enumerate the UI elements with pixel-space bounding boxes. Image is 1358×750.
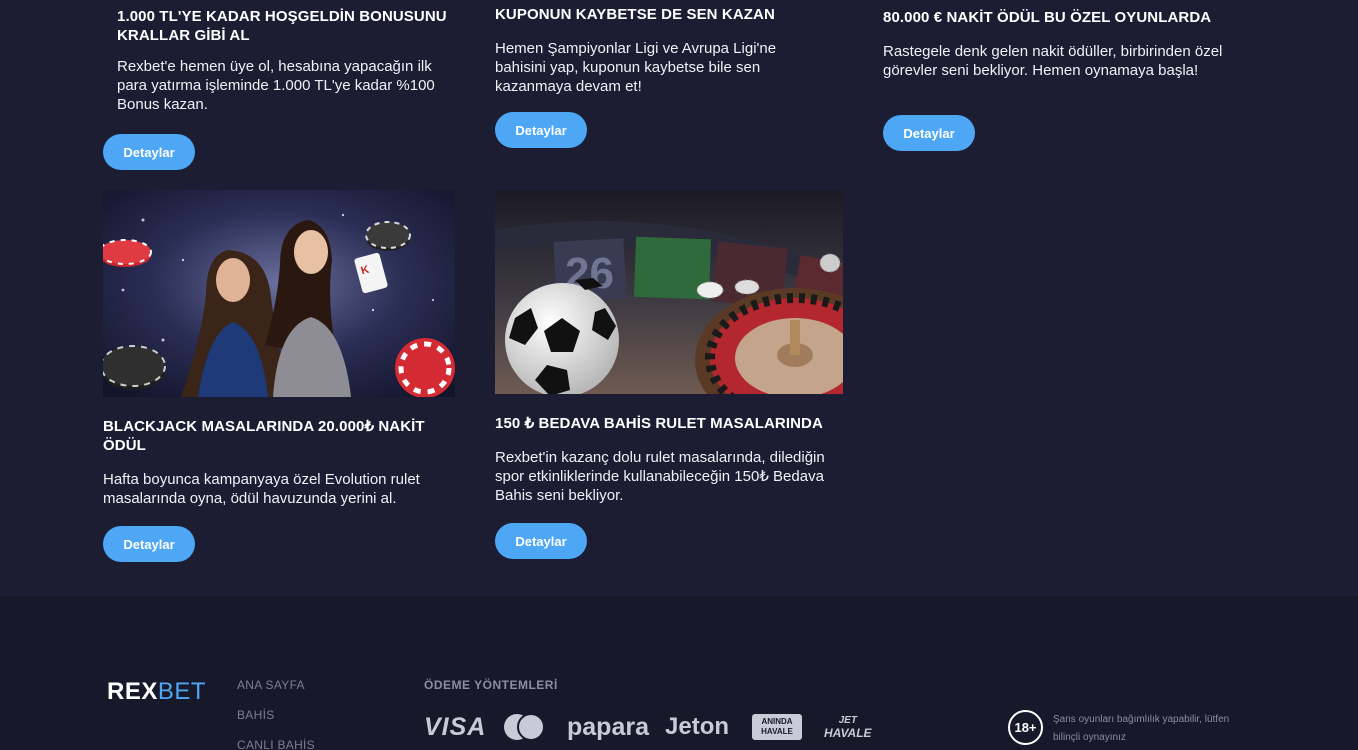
visa-logo: VISA — [424, 712, 486, 742]
havale-label: HAVALE — [761, 727, 793, 736]
footer-link-home[interactable]: ANA SAYFA — [237, 678, 305, 692]
rexbet-logo[interactable]: REXBET — [107, 678, 206, 706]
details-button-free-bet-roulette[interactable]: Detaylar — [495, 523, 587, 559]
promo-description: Rexbet'in kazanç dolu rulet masalarında,… — [495, 449, 825, 504]
promo-description: Rastegele denk gelen nakit ödüller, birb… — [883, 43, 1223, 79]
mastercard-logo — [502, 712, 546, 742]
responsible-gambling-notice: Şans oyunları bağımlılık yapabilir, lütf… — [1053, 714, 1230, 743]
age-restriction-badge: 18+ — [1008, 710, 1043, 745]
promo-card-blackjack: BLACKJACK MASALARINDA 20.000₺ NAKİT ÖDÜL… — [103, 417, 443, 508]
papara-logo: papara — [567, 712, 649, 742]
promo-title: KUPONUN KAYBETSE DE SEN KAZAN — [495, 6, 775, 23]
payment-methods-heading: ÖDEME YÖNTEMLERİ — [424, 678, 558, 692]
roulette-promo-image[interactable]: 26 — [495, 190, 843, 394]
blackjack-promo-image[interactable]: K — [103, 190, 455, 397]
details-button-blackjack[interactable]: Detaylar — [103, 526, 195, 562]
promo-card-coupon: KUPONUN KAYBETSE DE SEN KAZAN Hemen Şamp… — [495, 5, 815, 96]
promo-card-cash-prize: 80.000 € NAKİT ÖDÜL BU ÖZEL OYUNLARDA Ra… — [883, 8, 1223, 80]
promo-description: Hafta boyunca kampanyaya özel Evolution … — [103, 471, 420, 507]
details-button-welcome-bonus[interactable]: Detaylar — [103, 134, 195, 170]
promo-card-free-bet-roulette: 150 ₺ BEDAVA BAHİS RULET MASALARINDA Rex… — [495, 414, 835, 505]
promo-title: BLACKJACK MASALARINDA 20.000₺ NAKİT ÖDÜL — [103, 418, 425, 454]
jet-havale-label: HAVALE — [824, 726, 872, 740]
visa-label: VISA — [424, 712, 487, 741]
promo-description: Rexbet'e hemen üye ol, hesabına yapacağı… — [117, 58, 435, 113]
promo-title: 80.000 € NAKİT ÖDÜL BU ÖZEL OYUNLARDA — [883, 9, 1212, 26]
aninda-label: ANINDA — [761, 717, 793, 726]
details-button-coupon[interactable]: Detaylar — [495, 112, 587, 148]
promo-description: Hemen Şampiyonlar Ligi ve Avrupa Ligi'ne… — [495, 40, 777, 95]
jet-havale-logo: JET HAVALE — [824, 712, 872, 742]
logo-bet: BET — [157, 678, 207, 705]
logo-rex: REX — [107, 678, 158, 705]
promo-title: 1.000 TL'YE KADAR HOŞGELDİN BONUSUNU KRA… — [117, 8, 447, 44]
footer-link-betting[interactable]: BAHİS — [237, 708, 275, 722]
details-button-cash-prize[interactable]: Detaylar — [883, 115, 975, 151]
aninda-havale-logo: ANINDA HAVALE — [752, 712, 802, 742]
jeton-logo: Jeton — [665, 712, 729, 742]
promo-title: 150 ₺ BEDAVA BAHİS RULET MASALARINDA — [495, 415, 823, 432]
jeton-label: Jeton — [665, 713, 730, 740]
footer-link-live-betting[interactable]: CANLI BAHİS — [237, 738, 315, 750]
papara-label: papara — [567, 712, 649, 741]
promo-card-welcome-bonus: 1.000 TL'YE KADAR HOŞGELDİN BONUSUNU KRA… — [117, 7, 447, 114]
